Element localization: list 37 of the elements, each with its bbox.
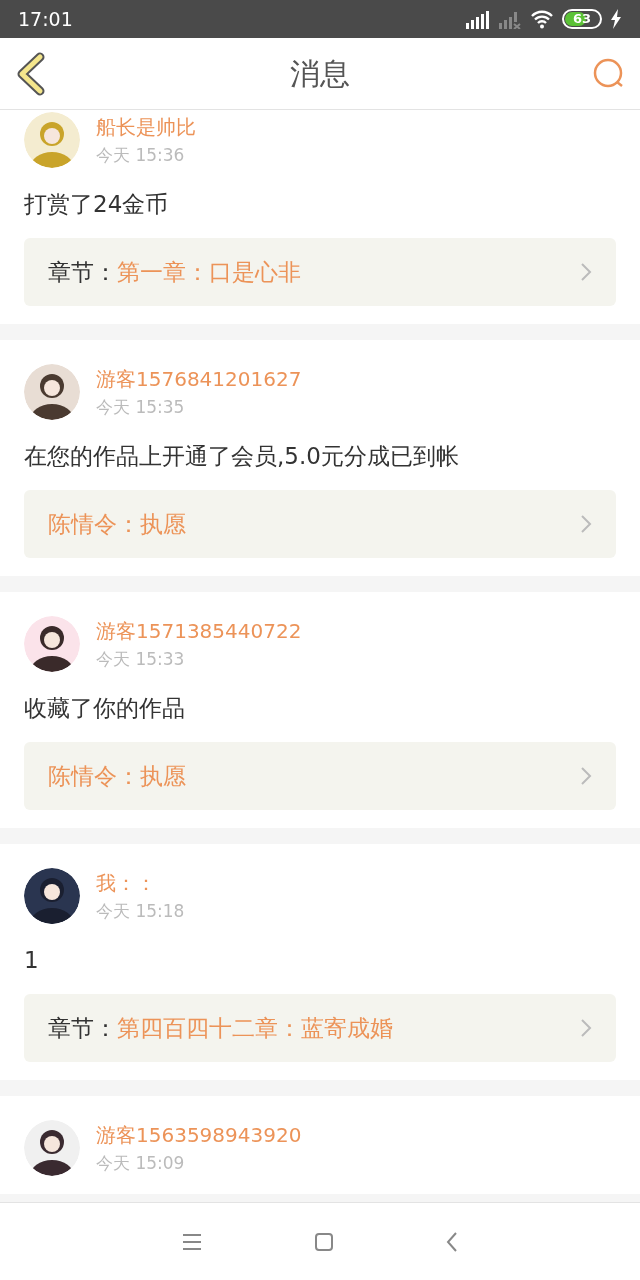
chevron-right-icon (580, 262, 592, 282)
user-name[interactable]: 船长是帅比 (96, 114, 196, 140)
home-icon[interactable] (313, 1230, 335, 1253)
time-text: 今天 15:18 (96, 900, 185, 922)
chapter-title: 陈情令：执愿 (48, 761, 186, 791)
user-name[interactable]: 游客1576841201627 (96, 366, 302, 392)
chapter-link[interactable]: 陈情令：执愿 (24, 742, 616, 810)
user-name[interactable]: 游客1563598943920 (96, 1122, 302, 1148)
message-text: 收藏了你的作品 (24, 694, 186, 723)
time-text: 今天 15:09 (96, 1152, 186, 1174)
time-text: 今天 15:35 (96, 396, 186, 418)
message-text: 在您的作品上开通了会员,5.0元分成已到帐 (24, 442, 460, 471)
chevron-right-icon (580, 766, 592, 786)
chapter-link[interactable]: 章节：第四百四十二章：蓝寄成婚 (24, 994, 616, 1062)
back-icon[interactable] (445, 1230, 459, 1253)
message-text: 1 (24, 946, 40, 975)
signal-icon (464, 9, 490, 29)
user-name[interactable]: 我：： (96, 870, 185, 896)
chevron-right-icon (580, 1018, 592, 1038)
chapter-link[interactable]: 陈情令：执愿 (24, 490, 616, 558)
chapter-link[interactable]: 章节：第一章：口是心非 (24, 238, 616, 306)
clock-text: 17:01 (18, 6, 73, 32)
wifi-icon (530, 9, 554, 29)
time-text: 今天 15:33 (96, 648, 186, 670)
page-title: 消息 (290, 55, 350, 93)
charging-icon (610, 9, 622, 29)
message-text: 打赏了24金币 (24, 190, 170, 219)
menu-icon[interactable] (181, 1232, 203, 1251)
no-signal-icon (498, 9, 522, 29)
chapter-title: 陈情令：执愿 (48, 509, 186, 539)
time-text: 今天 15:36 (96, 144, 186, 166)
user-name[interactable]: 游客1571385440722 (96, 618, 302, 644)
chapter-title: 第一章：口是心非 (117, 257, 301, 287)
chapter-label: 章节： (48, 257, 117, 287)
chapter-title: 第四百四十二章：蓝寄成婚 (117, 1013, 393, 1043)
chevron-right-icon (580, 514, 592, 534)
chapter-label: 章节： (48, 1013, 117, 1043)
